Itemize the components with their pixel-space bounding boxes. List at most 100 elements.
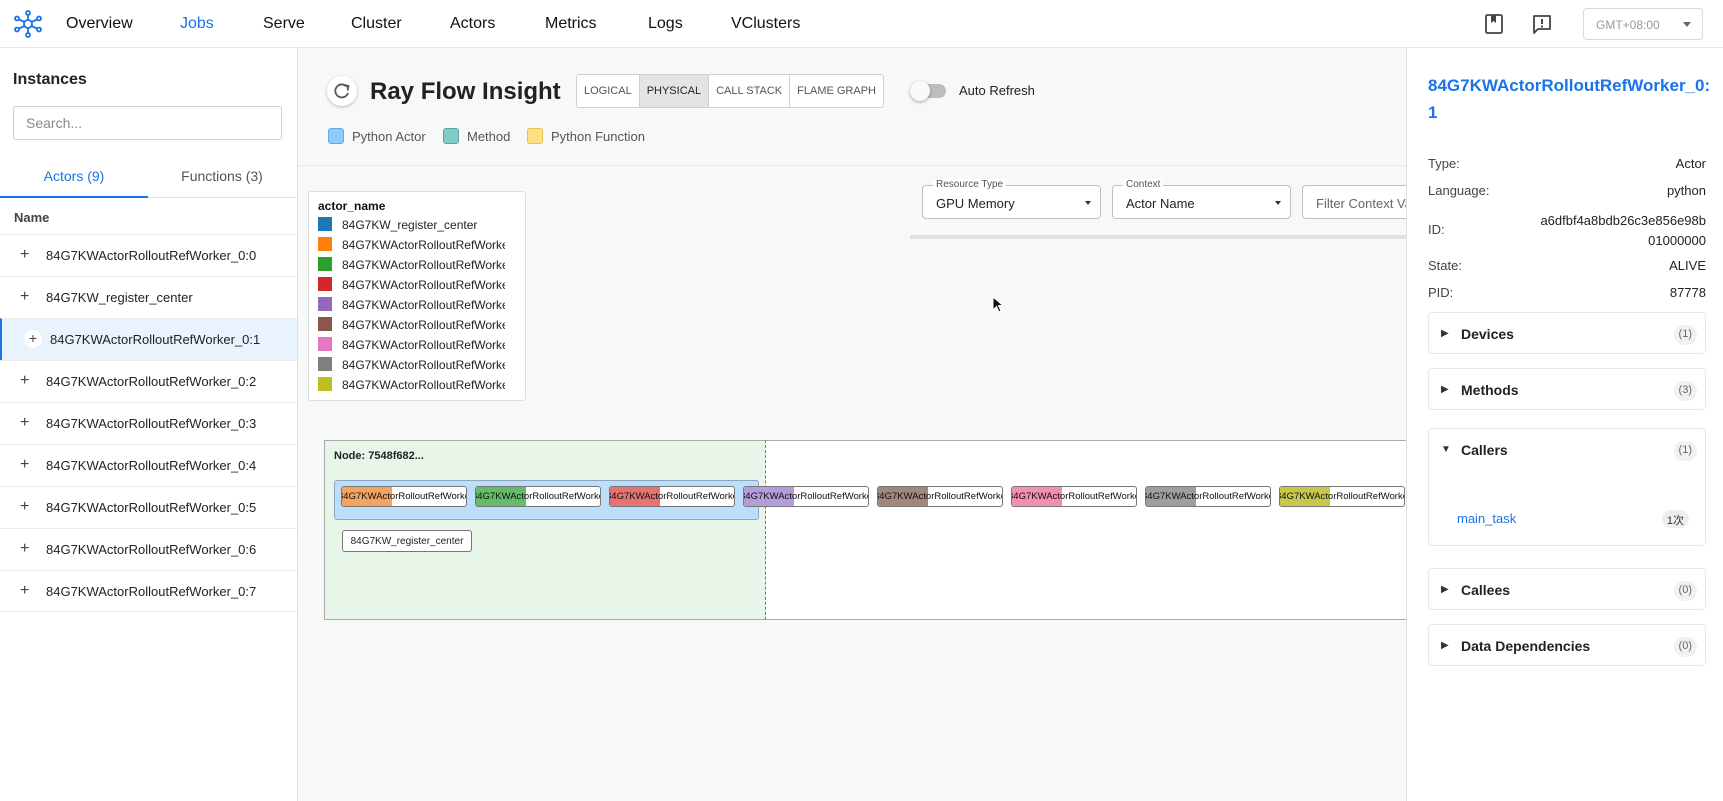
legend-python-actor: Python Actor bbox=[328, 128, 426, 144]
instance-name: 84G7KWActorRolloutRefWorker_0:2 bbox=[46, 374, 257, 389]
view-flame-graph-button[interactable]: FLAME GRAPH bbox=[790, 75, 883, 107]
list-item[interactable]: +84G7KWActorRolloutRefWorker_0:0 bbox=[0, 234, 297, 276]
timezone-value: GMT+08:00 bbox=[1596, 18, 1660, 32]
method-swatch bbox=[443, 128, 459, 144]
devices-header[interactable]: ▶ Devices (1) bbox=[1429, 313, 1707, 357]
nav-serve[interactable]: Serve bbox=[263, 15, 305, 33]
docs-book-icon[interactable] bbox=[1483, 13, 1505, 35]
legend-swatch bbox=[318, 317, 332, 331]
instance-name: 84G7KWActorRolloutRefWorker_0:5 bbox=[46, 500, 257, 515]
nav-cluster[interactable]: Cluster bbox=[351, 15, 402, 33]
callees-header[interactable]: ▶ Callees (0) bbox=[1429, 569, 1707, 613]
refresh-button[interactable] bbox=[327, 76, 357, 106]
list-item[interactable]: +84G7KWActorRolloutRefWorker_0:2 bbox=[0, 360, 297, 402]
ray-logo-icon[interactable] bbox=[14, 10, 42, 38]
list-item[interactable]: +84G7KWActorRolloutRefWorker_0:4 bbox=[0, 444, 297, 486]
auto-refresh-toggle[interactable] bbox=[910, 81, 946, 101]
tab-functions[interactable]: Functions (3) bbox=[148, 156, 296, 198]
list-item[interactable]: +84G7KWActorRolloutRefWorker_0:6 bbox=[0, 528, 297, 570]
resource-type-value: GPU Memory bbox=[936, 196, 1015, 211]
details-title: 84G7KWActorRolloutRefWorker_0:1 bbox=[1428, 76, 1711, 122]
list-item-selected[interactable]: +84G7KWActorRolloutRefWorker_0:1 bbox=[0, 318, 297, 360]
expand-plus-icon[interactable]: + bbox=[20, 582, 29, 600]
sidebar-tabs: Actors (9) Functions (3) bbox=[0, 156, 297, 198]
legend-item: 84G7KWActorRolloutRefWorker bbox=[318, 317, 505, 337]
methods-header[interactable]: ▶ Methods (3) bbox=[1429, 369, 1707, 413]
node-label: Node: 7548f682... bbox=[334, 450, 424, 462]
list-item[interactable]: +84G7KWActorRolloutRefWorker_0:5 bbox=[0, 486, 297, 528]
legend-swatch bbox=[318, 377, 332, 391]
timezone-select[interactable]: GMT+08:00 bbox=[1583, 8, 1703, 40]
instance-name: 84G7KWActorRolloutRefWorker_0:6 bbox=[46, 542, 257, 557]
tab-actors[interactable]: Actors (9) bbox=[0, 156, 148, 198]
actor-chip[interactable]: 84G7KWActorRolloutRefWorker bbox=[1279, 486, 1405, 507]
toggle-knob bbox=[910, 81, 930, 101]
nav-logs[interactable]: Logs bbox=[648, 15, 683, 33]
actor-chip[interactable]: 84G7KWActorRolloutRefWorker bbox=[475, 486, 601, 507]
expand-plus-icon[interactable]: + bbox=[20, 456, 29, 474]
resource-type-select[interactable]: Resource Type GPU Memory bbox=[922, 179, 1101, 219]
top-navbar: Overview Jobs Serve Cluster Actors Metri… bbox=[0, 0, 1723, 48]
expand-plus-icon[interactable]: + bbox=[20, 246, 29, 264]
view-logical-button[interactable]: LOGICAL bbox=[577, 75, 640, 107]
caret-right-icon: ▶ bbox=[1441, 584, 1449, 595]
actor-chip[interactable]: 84G7KWActorRolloutRefWorker bbox=[743, 486, 869, 507]
legend-item: 84G7KW_register_center bbox=[318, 217, 505, 237]
register-center-chip[interactable]: 84G7KW_register_center bbox=[342, 530, 472, 552]
detail-id-row: ID: a6dfbf4a8bdb26c3e856e98b01000000 bbox=[1428, 213, 1706, 248]
instance-name: 84G7KWActorRolloutRefWorker_0:0 bbox=[46, 248, 257, 263]
list-item[interactable]: +84G7KWActorRolloutRefWorker_0:3 bbox=[0, 402, 297, 444]
expand-plus-icon[interactable]: + bbox=[20, 540, 29, 558]
nav-vclusters[interactable]: VClusters bbox=[731, 15, 800, 33]
caller-link-main-task[interactable]: main_task bbox=[1457, 511, 1516, 526]
actor-chip[interactable]: 84G7KWActorRolloutRefWorker bbox=[1145, 486, 1271, 507]
expand-plus-icon[interactable]: + bbox=[20, 498, 29, 516]
actor-chip[interactable]: 84G7KWActorRolloutRefWorker bbox=[341, 486, 467, 507]
list-item[interactable]: +84G7KWActorRolloutRefWorker_0:7 bbox=[0, 570, 297, 612]
view-physical-button[interactable]: PHYSICAL bbox=[639, 75, 710, 107]
section-devices: ▶ Devices (1) bbox=[1428, 312, 1706, 354]
detail-type-row: Type: Actor bbox=[1428, 156, 1706, 171]
view-call-stack-button[interactable]: CALL STACK bbox=[709, 75, 791, 107]
legend-item: 84G7KWActorRolloutRefWorker bbox=[318, 237, 505, 257]
expand-plus-icon[interactable]: + bbox=[20, 414, 29, 432]
python-function-swatch bbox=[527, 128, 543, 144]
data-dependencies-header[interactable]: ▶ Data Dependencies (0) bbox=[1429, 625, 1707, 669]
actor-chip[interactable]: 84G7KWActorRolloutRefWorker bbox=[609, 486, 735, 507]
caret-right-icon: ▶ bbox=[1441, 384, 1449, 395]
detail-state-row: State: ALIVE bbox=[1428, 258, 1706, 273]
chevron-down-icon bbox=[1683, 22, 1691, 27]
caret-right-icon: ▶ bbox=[1441, 640, 1449, 651]
nav-actors[interactable]: Actors bbox=[450, 15, 495, 33]
context-select[interactable]: Context Actor Name bbox=[1112, 179, 1291, 219]
nav-overview[interactable]: Overview bbox=[66, 15, 133, 33]
section-methods: ▶ Methods (3) bbox=[1428, 368, 1706, 410]
expand-plus-icon[interactable]: + bbox=[20, 372, 29, 390]
section-callers: ▼ Callers (1) main_task 1次 bbox=[1428, 428, 1706, 546]
legend-swatch bbox=[318, 217, 332, 231]
feedback-icon[interactable] bbox=[1531, 13, 1553, 35]
context-value: Actor Name bbox=[1126, 196, 1195, 211]
chevron-down-icon bbox=[1275, 201, 1281, 205]
legend-python-function: Python Function bbox=[527, 128, 645, 144]
legend-item: 84G7KWActorRolloutRefWorker bbox=[318, 377, 505, 397]
expand-plus-icon[interactable]: + bbox=[20, 288, 29, 306]
caret-right-icon: ▶ bbox=[1441, 328, 1449, 339]
callers-header[interactable]: ▼ Callers (1) bbox=[1429, 429, 1707, 473]
list-item[interactable]: +84G7KW_register_center bbox=[0, 276, 297, 318]
legend-item: 84G7KWActorRolloutRefWorker bbox=[318, 337, 505, 357]
nav-metrics[interactable]: Metrics bbox=[545, 15, 597, 33]
search-input[interactable] bbox=[13, 106, 282, 140]
legend-item: 84G7KWActorRolloutRefWorker bbox=[318, 297, 505, 317]
nav-jobs[interactable]: Jobs bbox=[180, 15, 214, 33]
refresh-icon bbox=[334, 83, 350, 99]
legend-swatch bbox=[318, 237, 332, 251]
context-label: Context bbox=[1123, 179, 1164, 190]
expand-plus-icon[interactable]: + bbox=[24, 330, 42, 348]
legend-swatch bbox=[318, 257, 332, 271]
legend-swatch bbox=[318, 357, 332, 371]
actor-chip[interactable]: 84G7KWActorRolloutRefWorker bbox=[1011, 486, 1137, 507]
filter-context-value-input[interactable]: Filter Context Val bbox=[1302, 185, 1406, 219]
name-column-header: Name bbox=[14, 210, 50, 225]
actor-chip[interactable]: 84G7KWActorRolloutRefWorker bbox=[877, 486, 1003, 507]
